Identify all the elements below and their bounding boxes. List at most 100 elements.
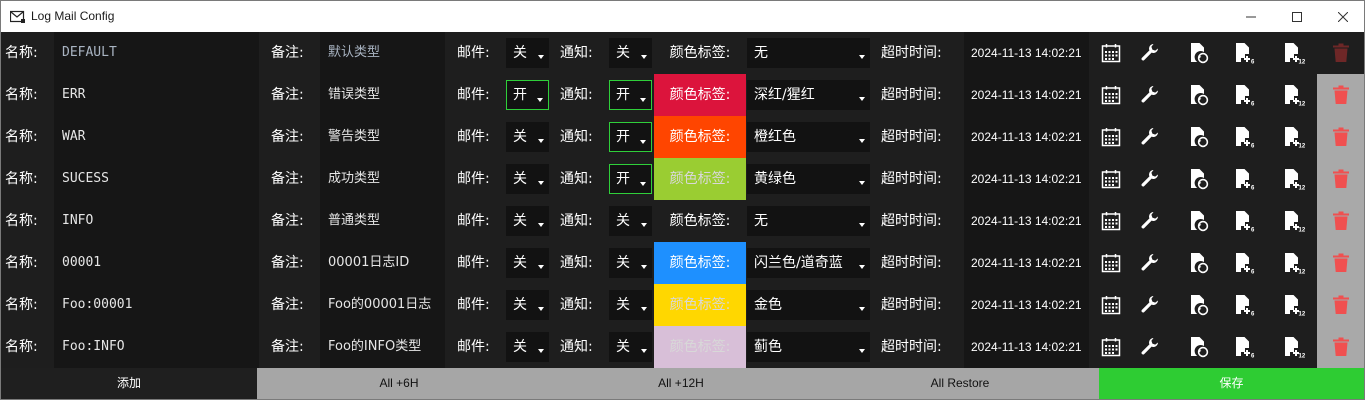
calendar-icon[interactable] xyxy=(1099,209,1123,233)
calendar-icon[interactable] xyxy=(1099,167,1123,191)
notify-toggle-select[interactable]: 开 xyxy=(609,80,652,110)
name-field[interactable]: SUCESS xyxy=(54,158,259,200)
mail-toggle-select[interactable]: 开 xyxy=(506,80,549,110)
name-field[interactable]: ERR xyxy=(54,74,259,116)
all-restore-button[interactable]: All Restore xyxy=(821,368,1099,399)
notify-toggle-select[interactable]: 关 xyxy=(609,206,652,236)
add-button[interactable]: 添加 xyxy=(1,368,257,399)
color-tag-select[interactable]: 蓟色 xyxy=(747,332,870,362)
plus-6h-icon[interactable]: 6 xyxy=(1233,83,1257,107)
restore-file-icon[interactable] xyxy=(1187,335,1211,359)
plus-12h-icon[interactable]: 12 xyxy=(1283,125,1307,149)
plus-12h-icon[interactable]: 12 xyxy=(1283,41,1307,65)
calendar-icon[interactable] xyxy=(1099,251,1123,275)
name-field[interactable]: 00001 xyxy=(54,242,259,284)
plus-6h-icon[interactable]: 6 xyxy=(1233,125,1257,149)
plus-12h-icon[interactable]: 12 xyxy=(1283,209,1307,233)
all-plus-6h-button[interactable]: All +6H xyxy=(257,368,541,399)
name-field[interactable]: DEFAULT xyxy=(54,32,259,74)
wrench-icon[interactable] xyxy=(1138,335,1162,359)
notify-toggle-select[interactable]: 关 xyxy=(609,38,652,68)
notify-toggle-select[interactable]: 关 xyxy=(609,248,652,278)
color-tag-select[interactable]: 无 xyxy=(747,206,870,236)
note-field[interactable]: Foo的INFO类型 xyxy=(320,326,445,368)
wrench-icon[interactable] xyxy=(1138,167,1162,191)
color-tag-select[interactable]: 金色 xyxy=(747,290,870,320)
name-field[interactable]: INFO xyxy=(54,200,259,242)
calendar-icon[interactable] xyxy=(1099,125,1123,149)
trash-icon[interactable] xyxy=(1329,251,1353,275)
calendar-icon[interactable] xyxy=(1099,293,1123,317)
note-field[interactable]: 成功类型 xyxy=(320,158,445,200)
restore-file-icon[interactable] xyxy=(1187,167,1211,191)
wrench-icon[interactable] xyxy=(1138,209,1162,233)
mail-toggle-select[interactable]: 关 xyxy=(506,122,549,152)
trash-icon[interactable] xyxy=(1329,293,1353,317)
note-field[interactable]: 普通类型 xyxy=(320,200,445,242)
restore-file-icon[interactable] xyxy=(1187,251,1211,275)
save-button[interactable]: 保存 xyxy=(1099,368,1364,399)
trash-icon[interactable] xyxy=(1329,125,1353,149)
restore-file-icon[interactable] xyxy=(1187,293,1211,317)
name-label: 名称: xyxy=(5,339,38,355)
trash-icon[interactable] xyxy=(1329,167,1353,191)
mail-toggle-select[interactable]: 关 xyxy=(506,38,549,68)
trash-icon[interactable] xyxy=(1329,335,1353,359)
calendar-icon[interactable] xyxy=(1099,335,1123,359)
notify-toggle-select[interactable]: 开 xyxy=(609,122,652,152)
plus-6h-icon[interactable]: 6 xyxy=(1233,167,1257,191)
plus-12h-icon[interactable]: 12 xyxy=(1283,335,1307,359)
notify-toggle-select[interactable]: 关 xyxy=(609,290,652,320)
note-field[interactable]: 警告类型 xyxy=(320,116,445,158)
wrench-icon[interactable] xyxy=(1138,293,1162,317)
mail-value: 关 xyxy=(513,255,527,271)
wrench-icon[interactable] xyxy=(1138,125,1162,149)
name-field[interactable]: WAR xyxy=(54,116,259,158)
plus-12h-icon[interactable]: 12 xyxy=(1283,251,1307,275)
restore-file-icon[interactable] xyxy=(1187,41,1211,65)
plus-6h-icon[interactable]: 6 xyxy=(1233,293,1257,317)
plus-12h-icon[interactable]: 12 xyxy=(1283,167,1307,191)
wrench-icon[interactable] xyxy=(1138,83,1162,107)
all-plus-12h-button[interactable]: All +12H xyxy=(541,368,821,399)
restore-file-icon[interactable] xyxy=(1187,83,1211,107)
note-field[interactable]: Foo的00001日志 xyxy=(320,284,445,326)
mail-toggle-select[interactable]: 关 xyxy=(506,332,549,362)
mail-toggle-select[interactable]: 关 xyxy=(506,290,549,320)
plus-12h-icon[interactable]: 12 xyxy=(1283,293,1307,317)
mail-toggle-select[interactable]: 关 xyxy=(506,248,549,278)
note-field[interactable]: 错误类型 xyxy=(320,74,445,116)
color-tag-select[interactable]: 无 xyxy=(747,38,870,68)
color-tag-select[interactable]: 黄绿色 xyxy=(747,164,870,194)
notify-toggle-select[interactable]: 开 xyxy=(609,164,652,194)
plus-12h-icon[interactable]: 12 xyxy=(1283,83,1307,107)
color-tag-select[interactable]: 橙红色 xyxy=(747,122,870,152)
plus-6h-icon[interactable]: 6 xyxy=(1233,209,1257,233)
note-label: 备注: xyxy=(271,339,304,355)
name-field[interactable]: Foo:INFO xyxy=(54,326,259,368)
color-tag-select[interactable]: 深红/猩红 xyxy=(747,80,870,110)
close-button[interactable] xyxy=(1320,1,1365,32)
trash-icon[interactable] xyxy=(1329,83,1353,107)
plus-6h-icon[interactable]: 6 xyxy=(1233,41,1257,65)
maximize-button[interactable] xyxy=(1274,1,1320,32)
calendar-icon[interactable] xyxy=(1099,83,1123,107)
wrench-icon[interactable] xyxy=(1138,41,1162,65)
minimize-button[interactable] xyxy=(1228,1,1274,32)
dropdown-caret-icon xyxy=(859,223,865,227)
plus-6h-icon[interactable]: 6 xyxy=(1233,335,1257,359)
wrench-icon[interactable] xyxy=(1138,251,1162,275)
note-field[interactable]: 00001日志ID xyxy=(320,242,445,284)
restore-file-icon[interactable] xyxy=(1187,209,1211,233)
plus-6h-icon[interactable]: 6 xyxy=(1233,251,1257,275)
calendar-icon[interactable] xyxy=(1099,41,1123,65)
note-field[interactable]: 默认类型 xyxy=(320,32,445,74)
name-field[interactable]: Foo:00001 xyxy=(54,284,259,326)
restore-file-icon[interactable] xyxy=(1187,125,1211,149)
notify-toggle-select[interactable]: 关 xyxy=(609,332,652,362)
trash-icon[interactable] xyxy=(1329,209,1353,233)
color-tag-select[interactable]: 闪兰色/道奇蓝 xyxy=(747,248,870,278)
timeout-value: 2024-11-13 14:02:21 xyxy=(964,326,1089,368)
mail-toggle-select[interactable]: 关 xyxy=(506,206,549,236)
mail-toggle-select[interactable]: 关 xyxy=(506,164,549,194)
